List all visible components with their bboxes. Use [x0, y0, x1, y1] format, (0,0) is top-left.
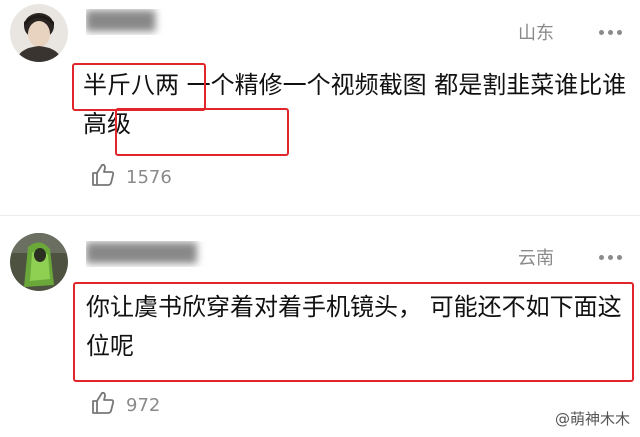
avatar[interactable] [10, 4, 68, 62]
username-blurred[interactable]: ████████ [86, 241, 246, 267]
location-label: 云南 [518, 248, 554, 269]
more-dots-icon[interactable] [599, 30, 622, 35]
like-group[interactable]: 1576 [90, 162, 172, 192]
more-dots-icon[interactable] [599, 255, 622, 260]
highlight-box [73, 282, 634, 382]
watermark: @萌神木木 [555, 408, 630, 429]
location-label: 山东 [518, 23, 554, 44]
comment-item: █████ 山东 半斤八两 一个精修一个视频截图 都是割韭菜谁比谁高级 1576 [0, 0, 640, 216]
thumbs-up-icon[interactable] [90, 162, 116, 192]
thumbs-up-icon[interactable] [90, 390, 116, 420]
avatar[interactable] [10, 233, 68, 291]
highlight-box [72, 63, 206, 111]
comment-item: ████████ 云南 你让虞书欣穿着对着手机镜头， 可能还不如下面这位呢 97… [0, 216, 640, 437]
like-count: 972 [126, 394, 161, 416]
like-group[interactable]: 972 [90, 390, 160, 420]
highlight-box [115, 108, 289, 156]
watermark-text: @萌神木木 [554, 410, 630, 428]
like-count: 1576 [126, 166, 172, 188]
username-blurred[interactable]: █████ [86, 9, 246, 35]
